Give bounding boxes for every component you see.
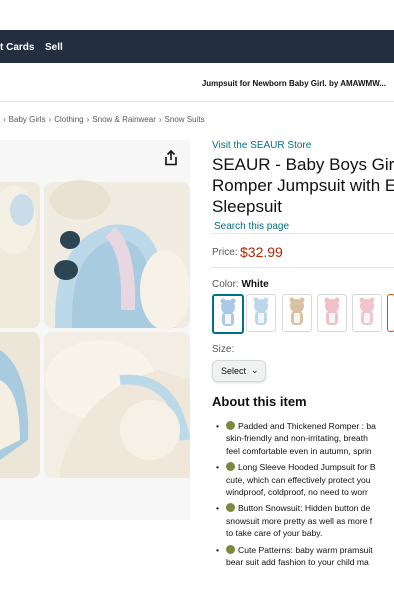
list-item: • Long Sleeve Hooded Jumpsuit for B cute…	[216, 461, 394, 498]
visit-store-link[interactable]: Visit the SEAUR Store	[212, 140, 311, 151]
size-select-value: Select	[221, 366, 247, 376]
bullet-line: feel comfortable even in autumn, sprin	[226, 445, 372, 456]
feature-bullet-list: • Padded and Thickened Romper : ba skin-…	[216, 420, 394, 572]
bear-emoji-icon	[226, 421, 235, 430]
size-label: Size:	[212, 344, 235, 355]
color-swatch-blue[interactable]	[212, 294, 244, 334]
top-nav-bar: t Cards Sell	[0, 30, 394, 63]
breadcrumb-clothing[interactable]: Clothing	[54, 115, 83, 124]
breadcrumb-separator: ›	[158, 115, 162, 124]
color-swatch-rose[interactable]	[352, 294, 382, 332]
share-icon[interactable]	[164, 150, 178, 166]
product-image[interactable]	[0, 140, 190, 520]
bullet-line: snowsuit more pretty as well as more f	[226, 515, 373, 526]
image-tile-sleeve-left	[0, 332, 40, 478]
bullet-line: Long Sleeve Hooded Jumpsuit for B	[238, 462, 376, 473]
bullet-line: skin-friendly and non-irritating, breath	[226, 433, 368, 444]
swatch-romper-image	[253, 297, 269, 325]
divider	[212, 233, 394, 234]
bullet-line: Button Snowsuit: Hidden button de	[238, 503, 371, 514]
swatch-romper-image	[359, 297, 375, 325]
bullet-dot: •	[216, 544, 220, 555]
product-title: SEAUR - Baby Boys Girls Romper Jumpsuit …	[212, 154, 394, 217]
bear-emoji-icon	[226, 544, 235, 554]
chevron-down-icon: ⌄	[251, 365, 259, 375]
product-title-line: SEAUR - Baby Boys Girls	[212, 155, 394, 174]
product-image-gallery[interactable]	[0, 140, 190, 520]
bear-emoji-icon	[226, 462, 235, 472]
bullet-dot: •	[216, 503, 220, 514]
color-selected-value: White	[241, 279, 269, 290]
color-label: Color: White	[212, 279, 269, 290]
swatch-romper-image	[324, 297, 340, 325]
sponsored-ad-bar: Jumpsuit for Newborn Baby Girl. by AMAWM…	[0, 63, 394, 102]
image-tile-sleeve-right	[44, 332, 190, 478]
color-label-text: Color:	[212, 279, 239, 290]
breadcrumb-separator: ›	[86, 115, 90, 124]
breadcrumb: › Baby Girls › Clothing › Snow & Rainwear › Sno…	[0, 115, 205, 124]
product-title-line: Sleepsuit	[212, 197, 282, 216]
breadcrumb-separator: ›	[48, 115, 52, 124]
about-heading: About this item	[212, 394, 307, 409]
bullet-line: to take care of your baby.	[226, 528, 323, 539]
breadcrumb-baby-girls[interactable]: Baby Girls	[9, 115, 46, 124]
bullet-dot: •	[216, 462, 220, 473]
color-swatch-khaki[interactable]	[282, 294, 312, 332]
browser-strip	[0, 0, 394, 31]
divider	[212, 267, 394, 268]
breadcrumb-snow-suits[interactable]: Snow Suits	[165, 115, 205, 124]
breadcrumb-snow-rainwear[interactable]: Snow & Rainwear	[92, 115, 156, 124]
list-item: • Padded and Thickened Romper : ba skin-…	[216, 420, 394, 457]
bullet-line: bear suit add fashion to your child ma	[226, 557, 369, 568]
image-tile-hood-left	[0, 182, 40, 328]
breadcrumb-separator: ›	[3, 115, 6, 124]
bullet-line: windproof, coldproof, no need to worr	[226, 487, 368, 498]
nav-sell-link[interactable]: Sell	[45, 42, 63, 53]
color-swatch-pink[interactable]	[317, 294, 347, 332]
sponsored-ad-link[interactable]: Jumpsuit for Newborn Baby Girl. by AMAWM…	[202, 79, 386, 88]
bullet-line: Padded and Thickened Romper : ba	[238, 421, 376, 431]
list-item: • Button Snowsuit: Hidden button de snow…	[216, 502, 394, 539]
search-this-page-link[interactable]: Search this page	[214, 221, 289, 232]
bullet-line: Cute Patterns: baby warm pramsuit	[238, 544, 373, 555]
product-title-line: Romper Jumpsuit with E	[212, 176, 394, 195]
list-item: • Cute Patterns: baby warm pramsuit bear…	[216, 544, 394, 569]
bullet-line: cute, which can effectively protect you	[226, 474, 371, 485]
nav-gift-cards-link[interactable]: t Cards	[0, 42, 34, 53]
color-swatch-light-blue[interactable]	[246, 294, 276, 332]
image-tile-hood-right	[44, 180, 190, 330]
price-value: $32.99	[240, 244, 283, 260]
bullet-dot: •	[216, 421, 220, 431]
swatch-romper-image	[289, 297, 305, 325]
bear-emoji-icon	[226, 503, 235, 513]
color-swatch-white[interactable]	[387, 294, 394, 332]
size-select-dropdown[interactable]: Select ⌄	[212, 360, 266, 382]
swatch-romper-image	[220, 298, 236, 326]
price-label: Price:	[212, 247, 238, 258]
